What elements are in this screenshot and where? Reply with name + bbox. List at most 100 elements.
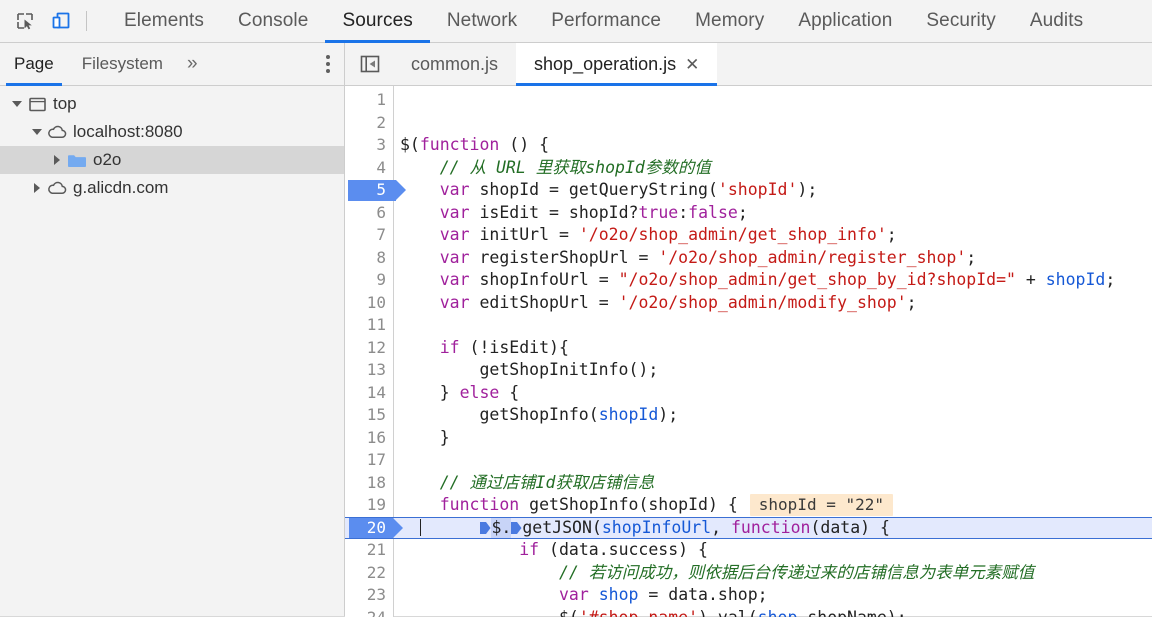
code-line-content[interactable]: var shop = data.shop; (393, 584, 1152, 607)
navigator-tab-page[interactable]: Page (0, 43, 68, 86)
tab-sources[interactable]: Sources (325, 0, 431, 43)
code-line-content[interactable]: // 从 URL 里获取shopId参数的值 (393, 157, 1152, 180)
line-number[interactable]: 17 (345, 449, 393, 472)
execution-line-marker[interactable] (349, 517, 403, 538)
code-line[interactable]: 24 $('#shop-name').val(shop.shopName); (345, 606, 1152, 617)
editor-tab-common-js[interactable]: common.js (393, 43, 516, 85)
show-navigator-icon[interactable] (345, 43, 393, 85)
code-line-content[interactable]: $(function () { (393, 134, 1152, 157)
code-line-content[interactable]: $('#shop-name').val(shop.shopName); (393, 607, 1152, 617)
code-line[interactable]: 9 var shopInfoUrl = "/o2o/shop_admin/get… (345, 269, 1152, 292)
code-editor[interactable]: 1 2 3 $(function () {4 // 从 URL 里获取shopId参数… (345, 86, 1152, 617)
code-line-content[interactable]: // 若访问成功，则依据后台传递过来的店铺信息为表单元素赋值 (393, 562, 1152, 585)
line-number[interactable]: 3 (345, 134, 393, 157)
chevron-down-icon[interactable] (8, 101, 26, 107)
tab-audits[interactable]: Audits (1013, 0, 1100, 42)
line-number[interactable]: 22 (345, 561, 393, 584)
tab-console[interactable]: Console (221, 0, 325, 42)
line-number[interactable]: 20 (345, 517, 403, 540)
code-line[interactable]: 15 getShopInfo(shopId); (345, 404, 1152, 427)
line-number[interactable]: 14 (345, 381, 393, 404)
tree-item-o2o[interactable]: o2o (0, 146, 344, 174)
code-line-content[interactable]: getShopInfo(shopId); (393, 404, 1152, 427)
line-number[interactable]: 5 (345, 179, 406, 202)
line-number[interactable]: 23 (345, 584, 393, 607)
chevron-right-icon[interactable] (48, 155, 66, 165)
code-line-content[interactable]: var editShopUrl = '/o2o/shop_admin/modif… (393, 292, 1152, 315)
code-line-content[interactable]: function getShopInfo(shopId) {shopId = "… (393, 494, 1152, 517)
line-number[interactable]: 24 (345, 606, 393, 617)
code-line[interactable]: 12 if (!isEdit){ (345, 336, 1152, 360)
code-line-content[interactable]: // 通过店铺Id获取店铺信息 (393, 472, 1152, 495)
call-frame-arrow-left-icon[interactable] (480, 518, 491, 537)
line-number[interactable]: 15 (345, 404, 393, 427)
chevron-down-icon[interactable] (28, 129, 46, 135)
line-number[interactable]: 6 (345, 201, 393, 224)
code-line-content[interactable] (393, 449, 1152, 472)
code-line[interactable]: 18 // 通过店铺Id获取店铺信息 (345, 471, 1152, 495)
code-line-content[interactable] (393, 89, 1152, 112)
code-line[interactable]: 20 $. getJSON(shopInfoUrl, function(data)… (345, 516, 1152, 540)
tab-elements[interactable]: Elements (107, 0, 221, 42)
line-number[interactable]: 1 (345, 89, 393, 112)
code-line-content[interactable]: if (data.success) { (393, 539, 1152, 562)
line-number[interactable]: 13 (345, 359, 393, 382)
code-line[interactable]: 8 var registerShopUrl = '/o2o/shop_admin… (345, 246, 1152, 270)
line-number[interactable]: 7 (345, 224, 393, 247)
code-line-content[interactable]: if (!isEdit){ (393, 337, 1152, 360)
line-number[interactable]: 12 (345, 336, 393, 359)
tab-security[interactable]: Security (909, 0, 1012, 42)
tab-network[interactable]: Network (430, 0, 534, 42)
code-line[interactable]: 21 if (data.success) { (345, 539, 1152, 562)
code-line[interactable]: 23 var shop = data.shop; (345, 584, 1152, 607)
line-number[interactable]: 9 (345, 269, 393, 292)
code-line[interactable]: 2 (345, 111, 1152, 135)
close-icon[interactable]: ✕ (685, 56, 699, 73)
code-line[interactable]: 16 } (345, 426, 1152, 450)
tab-performance[interactable]: Performance (534, 0, 678, 42)
call-frame-arrow-right-icon[interactable] (511, 518, 522, 537)
code-line-content[interactable]: } else { (393, 382, 1152, 405)
code-line[interactable]: 10 var editShopUrl = '/o2o/shop_admin/mo… (345, 291, 1152, 315)
breakpoint-marker[interactable] (348, 180, 406, 201)
line-number[interactable]: 16 (345, 426, 393, 449)
code-line-content[interactable]: $. getJSON(shopInfoUrl, function(data) { (393, 516, 1152, 539)
editor-tab-shop-operation-js[interactable]: shop_operation.js ✕ (516, 43, 718, 86)
tree-item-top[interactable]: top (0, 90, 344, 118)
code-line-content[interactable] (393, 314, 1152, 337)
code-line[interactable]: 17 (345, 449, 1152, 472)
tree-item-galicdn[interactable]: g.alicdn.com (0, 174, 344, 202)
code-line[interactable]: 11 (345, 314, 1152, 337)
line-number[interactable]: 11 (345, 314, 393, 337)
code-line-content[interactable] (393, 112, 1152, 135)
code-line-content[interactable]: var isEdit = shopId?true:false; (393, 202, 1152, 225)
code-line[interactable]: 19 function getShopInfo(shopId) {shopId … (345, 494, 1152, 517)
navigator-tab-filesystem[interactable]: Filesystem (68, 43, 177, 85)
code-line[interactable]: 13 getShopInitInfo(); (345, 359, 1152, 382)
line-number[interactable]: 18 (345, 471, 393, 494)
call-frame-token[interactable]: $. (491, 516, 512, 539)
line-number[interactable]: 21 (345, 539, 393, 562)
code-line-content[interactable]: var shopId = getQueryString('shopId'); (393, 179, 1152, 202)
tab-memory[interactable]: Memory (678, 0, 781, 42)
code-line-content[interactable]: } (393, 427, 1152, 450)
navigator-more-tabs-icon[interactable]: » (177, 43, 208, 85)
code-line-content[interactable]: var registerShopUrl = '/o2o/shop_admin/r… (393, 247, 1152, 270)
code-line[interactable]: 4 // 从 URL 里获取shopId参数的值 (345, 156, 1152, 180)
line-number[interactable]: 2 (345, 111, 393, 134)
line-number[interactable]: 4 (345, 156, 393, 179)
chevron-right-icon[interactable] (28, 183, 46, 193)
line-number[interactable]: 8 (345, 246, 393, 269)
code-line[interactable]: 14 } else { (345, 381, 1152, 405)
line-number[interactable]: 19 (345, 494, 393, 517)
code-line-content[interactable]: getShopInitInfo(); (393, 359, 1152, 382)
code-line[interactable]: 1 (345, 89, 1152, 112)
code-line[interactable]: 22 // 若访问成功，则依据后台传递过来的店铺信息为表单元素赋值 (345, 561, 1152, 585)
code-line-content[interactable]: var initUrl = '/o2o/shop_admin/get_shop_… (393, 224, 1152, 247)
device-toolbar-icon[interactable] (46, 6, 76, 36)
code-line[interactable]: 5 var shopId = getQueryString('shopId'); (345, 179, 1152, 202)
line-number[interactable]: 10 (345, 291, 393, 314)
code-line[interactable]: 7 var initUrl = '/o2o/shop_admin/get_sho… (345, 224, 1152, 247)
tree-item-localhost[interactable]: localhost:8080 (0, 118, 344, 146)
code-line[interactable]: 6 var isEdit = shopId?true:false; (345, 201, 1152, 225)
